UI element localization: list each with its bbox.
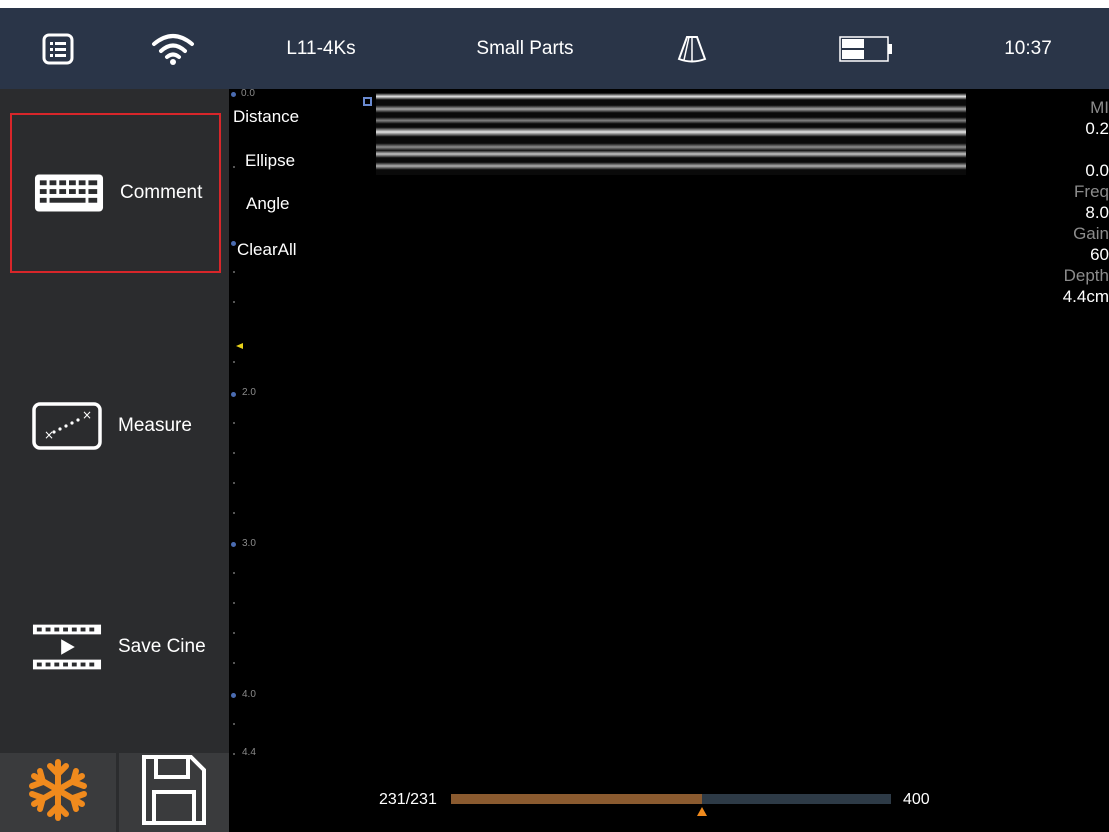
svg-text:×: ×	[82, 408, 92, 422]
scale-label-2: 2.0	[242, 387, 256, 398]
top-status-bar: L11-4Ks Small Parts 10:37	[0, 8, 1109, 89]
menu-item-clearall[interactable]: ClearAll	[237, 240, 297, 260]
save-cine-label: Save Cine	[118, 636, 206, 657]
scale-dot	[231, 92, 236, 97]
measure-button[interactable]: × × Measure	[10, 346, 221, 506]
cine-playhead[interactable]	[696, 807, 707, 816]
scale-dot	[231, 693, 236, 698]
wifi-icon[interactable]	[148, 8, 198, 89]
menu-item-angle[interactable]: Angle	[246, 194, 289, 214]
floppy-disk-icon	[141, 754, 207, 831]
echo-image	[376, 93, 966, 175]
keyboard-icon	[34, 173, 104, 213]
scale-label-3: 3.0	[242, 538, 256, 549]
comment-label: Comment	[120, 182, 203, 203]
cine-slider[interactable]	[451, 794, 891, 816]
probe-name[interactable]: L11-4Ks	[276, 8, 366, 89]
save-cine-button[interactable]: Save Cine	[10, 567, 221, 727]
roi-corner-marker	[363, 97, 372, 106]
depth-value: 4.4cm	[1062, 287, 1109, 306]
list-menu-icon[interactable]	[38, 8, 78, 89]
gain-label: Gain	[1073, 224, 1109, 243]
snowflake-icon	[26, 758, 90, 827]
film-play-icon	[32, 623, 102, 671]
cine-loop-bar: 231/231 400	[229, 789, 1109, 819]
cine-slider-fill	[451, 794, 702, 804]
scale-label-4: 4.0	[242, 689, 256, 700]
imaging-parameters: MI 0.2 0.0 Freq 8.0 Gain 60 Depth 4.4cm	[1029, 97, 1109, 307]
ti-value: 0.0	[1085, 161, 1109, 180]
scale-label-0: 0.0	[241, 88, 255, 99]
freq-label: Freq	[1074, 182, 1109, 201]
scale-label-4-4: 4.4	[242, 747, 256, 758]
cine-total-frames: 400	[903, 791, 930, 808]
measure-label: Measure	[118, 415, 192, 436]
cine-frame-counter: 231/231	[379, 791, 437, 808]
exam-preset[interactable]: Small Parts	[460, 8, 590, 89]
ultrasound-image-area[interactable]: 0.0 2.0 3.0 4.0 4.4 Distance Ellipse Ang…	[229, 88, 1109, 832]
freeze-button[interactable]	[0, 753, 116, 832]
battery-icon	[836, 8, 896, 89]
comment-button[interactable]: Comment	[10, 113, 221, 273]
measure-icon: × ×	[32, 402, 102, 450]
gain-value: 60	[1090, 245, 1109, 264]
depth-label: Depth	[1063, 266, 1109, 285]
mi-value: 0.2	[1085, 119, 1109, 138]
save-image-button[interactable]	[119, 753, 229, 832]
scale-dot	[231, 241, 236, 246]
focus-marker[interactable]	[236, 343, 243, 349]
menu-item-ellipse[interactable]: Ellipse	[245, 151, 295, 171]
freq-value: 8.0	[1085, 203, 1109, 222]
menu-item-distance[interactable]: Distance	[233, 107, 299, 127]
bottom-action-bar	[0, 753, 229, 832]
ti-label	[1029, 139, 1109, 160]
sector-scan-icon[interactable]	[672, 8, 712, 89]
mi-label: MI	[1090, 98, 1109, 117]
svg-text:×: ×	[44, 428, 54, 442]
scale-dot	[231, 392, 236, 397]
clock: 10:37	[1004, 37, 1052, 59]
left-sidebar: Comment × × Measure Save Cine	[0, 89, 229, 832]
scale-dot	[231, 542, 236, 547]
